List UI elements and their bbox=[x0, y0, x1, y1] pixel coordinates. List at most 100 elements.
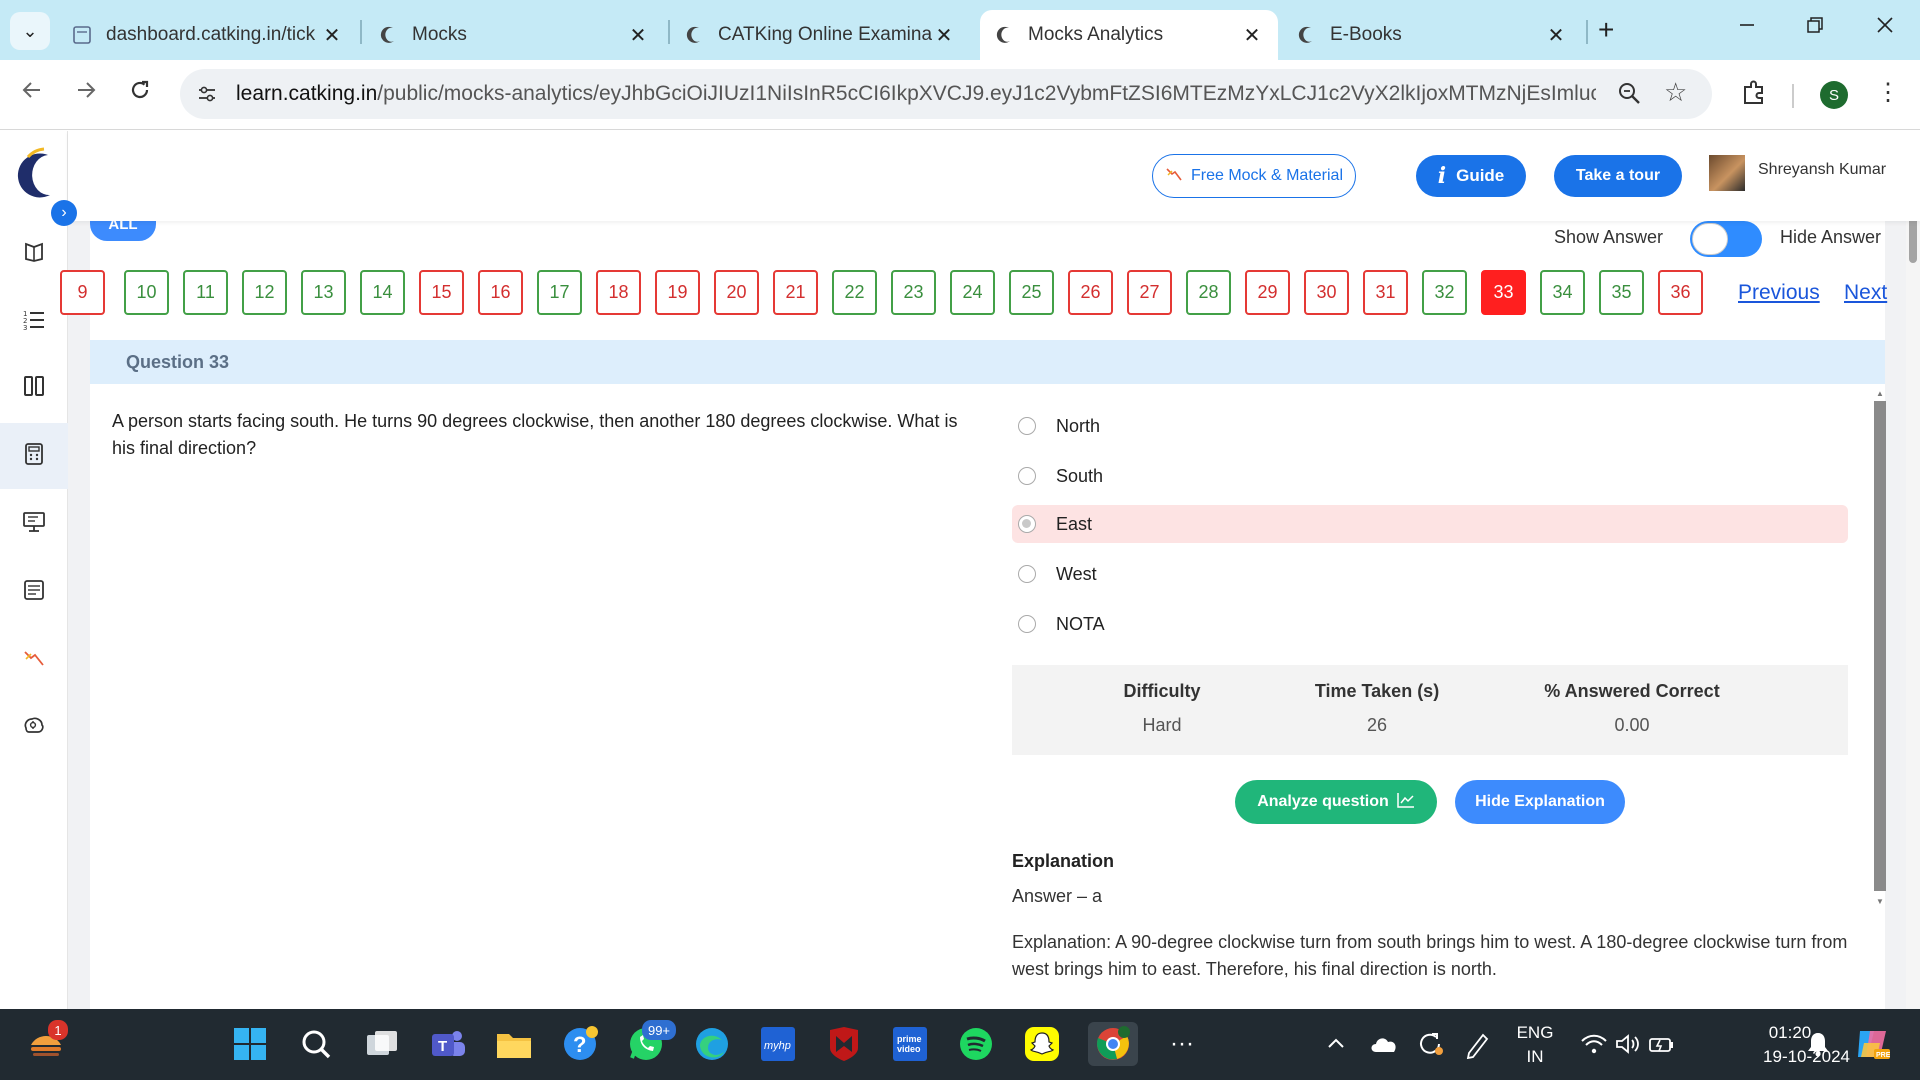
window-close-icon[interactable] bbox=[1876, 14, 1894, 40]
radio-button[interactable] bbox=[1018, 417, 1036, 435]
question-number-button[interactable]: 27 bbox=[1127, 270, 1172, 315]
question-number-button[interactable]: 19 bbox=[655, 270, 700, 315]
radio-button[interactable] bbox=[1018, 467, 1036, 485]
sync-icon[interactable] bbox=[1408, 1022, 1452, 1066]
sidebar-item-courses[interactable] bbox=[0, 221, 68, 287]
answer-toggle[interactable] bbox=[1690, 221, 1762, 257]
windows-start-icon[interactable] bbox=[228, 1022, 272, 1066]
edge-browser-icon[interactable] bbox=[690, 1022, 734, 1066]
sidebar-item-documents[interactable] bbox=[0, 559, 68, 625]
region-label[interactable]: IN bbox=[1508, 1047, 1562, 1067]
task-view-icon[interactable] bbox=[360, 1022, 404, 1066]
question-number-button[interactable]: 30 bbox=[1304, 270, 1349, 315]
page-scrollbar[interactable] bbox=[1906, 131, 1920, 1009]
radio-button[interactable] bbox=[1018, 515, 1036, 533]
question-number-button[interactable]: 12 bbox=[242, 270, 287, 315]
take-a-tour-button[interactable]: Take a tour bbox=[1554, 155, 1682, 197]
question-number-button[interactable]: 9 bbox=[60, 270, 105, 315]
browser-menu-icon[interactable]: ⋮ bbox=[1876, 78, 1900, 107]
notification-bell-icon[interactable] bbox=[1796, 1022, 1840, 1066]
close-icon[interactable]: ✕ bbox=[320, 23, 344, 48]
browser-tab-mocks[interactable]: Mocks ✕ bbox=[364, 10, 664, 60]
question-number-button[interactable]: 36 bbox=[1658, 270, 1703, 315]
myhp-icon[interactable]: myhp bbox=[756, 1022, 800, 1066]
restore-icon[interactable] bbox=[1806, 14, 1824, 40]
free-mock-material-button[interactable]: Free Mock & Material bbox=[1152, 154, 1356, 198]
sidebar-expand-button[interactable]: › bbox=[51, 200, 77, 226]
user-name[interactable]: Shreyansh Kumar bbox=[1758, 161, 1886, 179]
browser-tab-ebooks[interactable]: E-Books ✕ bbox=[1282, 10, 1582, 60]
sidebar-item-free-material[interactable] bbox=[0, 627, 68, 693]
question-number-button[interactable]: 28 bbox=[1186, 270, 1231, 315]
close-icon[interactable]: ✕ bbox=[1544, 23, 1568, 48]
language-label[interactable]: ENG bbox=[1508, 1023, 1562, 1043]
reload-icon[interactable] bbox=[128, 78, 152, 109]
minimize-icon[interactable] bbox=[1738, 14, 1756, 40]
question-number-button[interactable]: 20 bbox=[714, 270, 759, 315]
site-info-icon[interactable] bbox=[194, 81, 220, 107]
options-scrollbar[interactable]: ▲ ▼ bbox=[1874, 389, 1886, 909]
question-number-button[interactable]: 10 bbox=[124, 270, 169, 315]
close-icon[interactable]: ✕ bbox=[626, 23, 650, 48]
prime-video-icon[interactable]: prime video bbox=[888, 1022, 932, 1066]
question-number-button[interactable]: 31 bbox=[1363, 270, 1408, 315]
forward-arrow-icon[interactable] bbox=[74, 78, 98, 109]
question-number-button[interactable]: 25 bbox=[1009, 270, 1054, 315]
scroll-up-arrow-icon[interactable]: ▲ bbox=[1874, 389, 1886, 398]
help-icon[interactable]: ? bbox=[558, 1022, 602, 1066]
question-number-button[interactable]: 16 bbox=[478, 270, 523, 315]
new-tab-button[interactable]: + bbox=[1598, 14, 1614, 46]
question-number-button[interactable]: 23 bbox=[891, 270, 936, 315]
extensions-icon[interactable] bbox=[1740, 78, 1768, 111]
teams-icon[interactable]: T bbox=[426, 1022, 470, 1066]
back-arrow-icon[interactable] bbox=[20, 78, 44, 109]
radio-button[interactable] bbox=[1018, 565, 1036, 583]
option-south[interactable]: South bbox=[1012, 457, 1848, 495]
bookmark-star-icon[interactable]: ☆ bbox=[1664, 77, 1687, 108]
question-number-button[interactable]: 17 bbox=[537, 270, 582, 315]
question-number-button[interactable]: 32 bbox=[1422, 270, 1467, 315]
mcafee-icon[interactable] bbox=[822, 1022, 866, 1066]
question-number-button[interactable]: 34 bbox=[1540, 270, 1585, 315]
option-nota[interactable]: NOTA bbox=[1012, 605, 1848, 643]
question-number-button[interactable]: 33 bbox=[1481, 270, 1526, 315]
browser-tab-mocks-analytics[interactable]: Mocks Analytics ✕ bbox=[980, 10, 1278, 60]
question-number-button[interactable]: 29 bbox=[1245, 270, 1290, 315]
question-number-button[interactable]: 21 bbox=[773, 270, 818, 315]
spotify-icon[interactable] bbox=[954, 1022, 998, 1066]
option-north[interactable]: North bbox=[1012, 407, 1848, 445]
close-icon[interactable]: ✕ bbox=[932, 23, 956, 48]
avatar[interactable] bbox=[1709, 155, 1745, 191]
sidebar-item-list[interactable]: 123 bbox=[0, 289, 68, 355]
profile-avatar[interactable]: S bbox=[1820, 81, 1848, 109]
option-east[interactable]: East bbox=[1012, 505, 1848, 543]
question-number-button[interactable]: 22 bbox=[832, 270, 877, 315]
question-number-button[interactable]: 24 bbox=[950, 270, 995, 315]
pen-icon[interactable] bbox=[1456, 1022, 1500, 1066]
question-number-button[interactable]: 35 bbox=[1599, 270, 1644, 315]
previous-link[interactable]: Previous bbox=[1738, 281, 1820, 305]
scroll-down-arrow-icon[interactable]: ▼ bbox=[1874, 897, 1886, 906]
tab-search-button[interactable]: ⌄ bbox=[10, 12, 50, 50]
sidebar-item-mock-analytics[interactable] bbox=[0, 423, 68, 489]
radio-button[interactable] bbox=[1018, 615, 1036, 633]
browser-tab-dashboard[interactable]: dashboard.catking.in/tick ✕ bbox=[58, 10, 358, 60]
question-number-button[interactable]: 26 bbox=[1068, 270, 1113, 315]
next-link[interactable]: Next bbox=[1844, 281, 1887, 305]
address-bar[interactable]: learn.catking.in/public/mocks-analytics/… bbox=[180, 69, 1712, 119]
snapchat-icon[interactable] bbox=[1020, 1022, 1064, 1066]
sidebar-item-columns[interactable] bbox=[0, 355, 68, 421]
file-explorer-icon[interactable] bbox=[492, 1022, 536, 1066]
search-icon[interactable] bbox=[294, 1022, 338, 1066]
hide-explanation-button[interactable]: Hide Explanation bbox=[1455, 780, 1625, 824]
option-west[interactable]: West bbox=[1012, 555, 1848, 593]
browser-tab-online-exam[interactable]: CATKing Online Examinat ✕ bbox=[670, 10, 970, 60]
sidebar-item-workshop[interactable] bbox=[0, 695, 68, 761]
question-number-button[interactable]: 14 bbox=[360, 270, 405, 315]
question-number-button[interactable]: 18 bbox=[596, 270, 641, 315]
question-number-button[interactable]: 11 bbox=[183, 270, 228, 315]
scrollbar-thumb[interactable] bbox=[1874, 401, 1886, 891]
zoom-icon[interactable] bbox=[1616, 80, 1642, 111]
question-number-button[interactable]: 13 bbox=[301, 270, 346, 315]
analyze-question-button[interactable]: Analyze question bbox=[1235, 780, 1437, 824]
